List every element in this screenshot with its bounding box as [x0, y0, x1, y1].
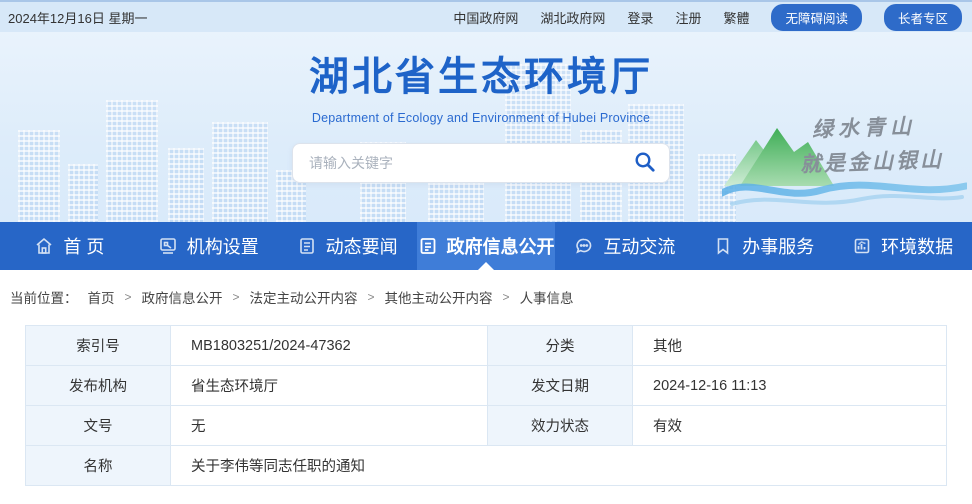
- table-row: 文号 无 效力状态 有效: [26, 406, 947, 446]
- issue-date-value: 2024-12-16 11:13: [633, 366, 947, 406]
- issuing-agency-label: 发布机构: [26, 366, 171, 406]
- organization-icon: [158, 236, 178, 256]
- nav-item-services[interactable]: 办事服务: [694, 222, 833, 270]
- nav-item-label: 互动交流: [603, 233, 675, 259]
- nav-item-organization[interactable]: 机构设置: [139, 222, 278, 270]
- senior-mode-button[interactable]: 长者专区: [884, 4, 962, 31]
- top-utility-bar: 2024年12月16日 星期一 中国政府网 湖北政府网 登录 注册 繁體 无障碍…: [0, 0, 972, 32]
- link-login[interactable]: 登录: [627, 8, 653, 27]
- breadcrumb-prefix: 当前位置：: [10, 287, 78, 307]
- nav-item-home[interactable]: 首 页: [0, 222, 139, 270]
- validity-status-label: 效力状态: [488, 406, 633, 446]
- link-hubei-gov[interactable]: 湖北政府网: [540, 8, 605, 27]
- doc-number-value: 无: [171, 406, 488, 446]
- search-icon: [633, 150, 657, 177]
- issue-date-label: 发文日期: [488, 366, 633, 406]
- link-register[interactable]: 注册: [675, 8, 701, 27]
- document-info-table-wrap: 索引号 MB1803251/2024-47362 分类 其他 发布机构 省生态环…: [25, 325, 947, 486]
- breadcrumb-personnel-info[interactable]: 人事信息: [520, 287, 574, 307]
- chart-icon: [852, 236, 872, 256]
- breadcrumb-home[interactable]: 首页: [88, 287, 115, 307]
- table-row: 发布机构 省生态环境厅 发文日期 2024-12-16 11:13: [26, 366, 947, 406]
- slogan-line1: 绿水青山: [812, 110, 917, 144]
- site-logo-subtitle: Department of Ecology and Environment of…: [292, 111, 670, 125]
- breadcrumb-separator: >: [503, 290, 510, 304]
- index-number-label: 索引号: [26, 326, 171, 366]
- document-icon: [418, 236, 438, 256]
- bookmark-icon: [713, 236, 733, 256]
- home-icon: [34, 236, 54, 256]
- news-icon: [297, 236, 317, 256]
- breadcrumb-separator: >: [125, 290, 132, 304]
- issuing-agency-value: 省生态环境厅: [171, 366, 488, 406]
- breadcrumb-separator: >: [368, 290, 375, 304]
- nav-item-label: 政府信息公开: [447, 233, 555, 259]
- doc-number-label: 文号: [26, 406, 171, 446]
- nav-item-label: 动态要闻: [326, 233, 398, 259]
- breadcrumb-statutory-disclosure[interactable]: 法定主动公开内容: [250, 287, 358, 307]
- title-value: 关于李伟等同志任职的通知: [171, 446, 947, 486]
- current-date: 2024年12月16日 星期一: [8, 8, 147, 27]
- nav-item-news[interactable]: 动态要闻: [278, 222, 417, 270]
- nav-item-gov-info-disclosure[interactable]: 政府信息公开: [417, 222, 556, 270]
- breadcrumb: 当前位置： 首页 > 政府信息公开 > 法定主动公开内容 > 其他主动公开内容 …: [0, 270, 972, 307]
- slogan-line2: 就是金山银山: [800, 143, 945, 178]
- link-china-gov[interactable]: 中国政府网: [453, 8, 518, 27]
- accessibility-button[interactable]: 无障碍阅读: [771, 4, 862, 31]
- search-input[interactable]: [309, 155, 633, 171]
- site-header: 湖北省生态环境厅 Department of Ecology and Envir…: [0, 32, 972, 222]
- category-value: 其他: [633, 326, 947, 366]
- nav-item-interaction[interactable]: 互动交流: [555, 222, 694, 270]
- document-info-table: 索引号 MB1803251/2024-47362 分类 其他 发布机构 省生态环…: [25, 325, 947, 486]
- nav-item-label: 环境数据: [881, 233, 953, 259]
- breadcrumb-other-disclosure[interactable]: 其他主动公开内容: [385, 287, 493, 307]
- table-row: 索引号 MB1803251/2024-47362 分类 其他: [26, 326, 947, 366]
- table-row: 名称 关于李伟等同志任职的通知: [26, 446, 947, 486]
- green-mountains-decoration: 绿水青山 就是金山银山: [722, 98, 967, 216]
- search-button[interactable]: [633, 150, 657, 177]
- nav-item-environment-data[interactable]: 环境数据: [833, 222, 972, 270]
- index-number-value: MB1803251/2024-47362: [171, 326, 488, 366]
- category-label: 分类: [488, 326, 633, 366]
- nav-item-label: 机构设置: [187, 233, 259, 259]
- breadcrumb-separator: >: [233, 290, 240, 304]
- nav-item-label: 办事服务: [742, 233, 814, 259]
- site-logo-title: 湖北省生态环境厅: [292, 44, 670, 102]
- validity-status-value: 有效: [633, 406, 947, 446]
- title-label: 名称: [26, 446, 171, 486]
- breadcrumb-gov-info[interactable]: 政府信息公开: [142, 287, 223, 307]
- nav-item-label: 首 页: [63, 233, 104, 259]
- chat-icon: [574, 236, 594, 256]
- site-search-box: [292, 143, 670, 183]
- main-navigation: 首 页 机构设置 动态要闻 政府信息公开 互动交流: [0, 222, 972, 270]
- link-traditional-chinese[interactable]: 繁體: [723, 8, 749, 27]
